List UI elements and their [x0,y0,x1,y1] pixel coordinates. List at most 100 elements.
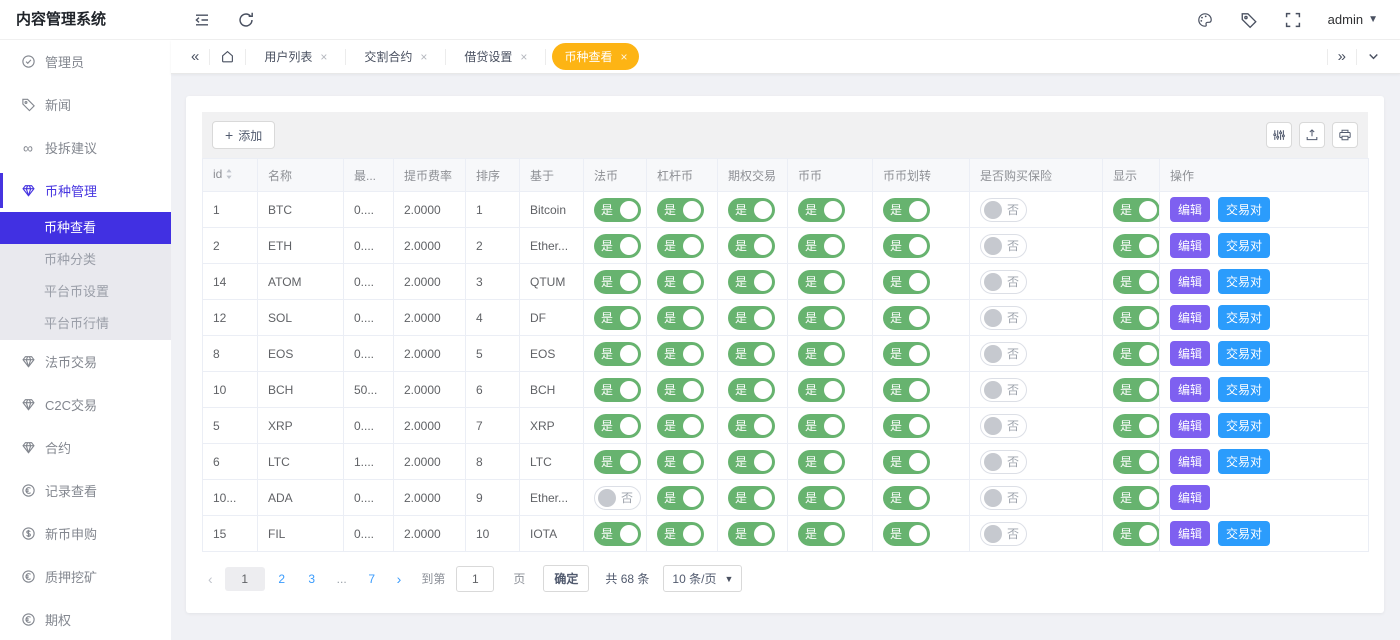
fiat-toggle[interactable]: 是 [594,450,641,474]
sidebar-item-fiat-trade[interactable]: 法币交易 [0,340,171,383]
show-toggle[interactable]: 是 [1113,414,1160,438]
confirm-button[interactable]: 确定 [543,565,589,592]
show-toggle[interactable]: 是 [1113,450,1160,474]
coin-toggle[interactable]: 是 [798,342,845,366]
sidebar-item-feedback[interactable]: ∞投拆建议 [0,126,171,169]
lever-toggle[interactable]: 是 [657,342,704,366]
lever-toggle[interactable]: 是 [657,486,704,510]
fiat-toggle[interactable]: 是 [594,378,641,402]
pair-button[interactable]: 交易对 [1218,233,1270,258]
insurance-toggle[interactable]: 否 [980,486,1027,510]
lever-toggle[interactable]: 是 [657,270,704,294]
option-toggle[interactable]: 是 [728,414,775,438]
lever-toggle[interactable]: 是 [657,378,704,402]
next-page-button[interactable]: › [391,571,408,587]
fullscreen-icon[interactable] [1284,11,1302,29]
sidebar-item-coin-manage[interactable]: 币种管理 [0,169,171,212]
fiat-toggle[interactable]: 是 [594,342,641,366]
pair-button[interactable]: 交易对 [1218,197,1270,222]
page-number-7[interactable]: 7 [359,567,385,591]
insurance-toggle[interactable]: 否 [980,414,1027,438]
show-toggle[interactable]: 是 [1113,198,1160,222]
fiat-toggle[interactable]: 是 [594,270,641,294]
fiat-toggle[interactable]: 是 [594,198,641,222]
edit-button[interactable]: 编辑 [1170,521,1210,546]
sidebar-item-contract[interactable]: 合约 [0,426,171,469]
edit-button[interactable]: 编辑 [1170,449,1210,474]
option-toggle[interactable]: 是 [728,234,775,258]
insurance-toggle[interactable]: 否 [980,378,1027,402]
insurance-toggle[interactable]: 否 [980,306,1027,330]
edit-button[interactable]: 编辑 [1170,377,1210,402]
transfer-toggle[interactable]: 是 [883,306,930,330]
coin-toggle[interactable]: 是 [798,414,845,438]
page-number-1[interactable]: 1 [225,567,265,591]
edit-button[interactable]: 编辑 [1170,197,1210,222]
tab-delivery-contract[interactable]: 交割合约× [352,43,439,70]
edit-button[interactable]: 编辑 [1170,413,1210,438]
pair-button[interactable]: 交易对 [1218,377,1270,402]
sidebar-subitem-platform-coin-market[interactable]: 平台币行情 [0,308,171,340]
edit-button[interactable]: 编辑 [1170,341,1210,366]
option-toggle[interactable]: 是 [728,198,775,222]
add-button[interactable]: + 添加 [212,121,275,149]
tab-user-list[interactable]: 用户列表× [252,43,339,70]
palette-icon[interactable] [1196,11,1214,29]
coin-toggle[interactable]: 是 [798,522,845,546]
show-toggle[interactable]: 是 [1113,270,1160,294]
prev-page-button[interactable]: ‹ [202,571,219,587]
export-icon[interactable] [1299,122,1325,148]
sidebar-subitem-coin-view[interactable]: 币种查看 [0,212,171,244]
show-toggle[interactable]: 是 [1113,486,1160,510]
pair-button[interactable]: 交易对 [1218,305,1270,330]
tab-loan-settings[interactable]: 借贷设置× [452,43,539,70]
fiat-toggle[interactable]: 是 [594,414,641,438]
sidebar-item-new-coin-subscribe[interactable]: 新币申购 [0,512,171,555]
coin-toggle[interactable]: 是 [798,378,845,402]
insurance-toggle[interactable]: 否 [980,450,1027,474]
page-number-3[interactable]: 3 [299,567,325,591]
edit-button[interactable]: 编辑 [1170,233,1210,258]
insurance-toggle[interactable]: 否 [980,234,1027,258]
sidebar-subitem-platform-coin-settings[interactable]: 平台币设置 [0,276,171,308]
goto-page-input[interactable] [456,566,494,592]
transfer-toggle[interactable]: 是 [883,378,930,402]
columns-icon[interactable] [1266,122,1292,148]
user-menu[interactable]: admin ▼ [1328,12,1378,27]
show-toggle[interactable]: 是 [1113,234,1160,258]
insurance-toggle[interactable]: 否 [980,342,1027,366]
sidebar-item-options[interactable]: 期权 [0,598,171,640]
print-icon[interactable] [1332,122,1358,148]
lever-toggle[interactable]: 是 [657,450,704,474]
lever-toggle[interactable]: 是 [657,234,704,258]
transfer-toggle[interactable]: 是 [883,342,930,366]
transfer-toggle[interactable]: 是 [883,234,930,258]
option-toggle[interactable]: 是 [728,306,775,330]
coin-toggle[interactable]: 是 [798,234,845,258]
collapse-menu-icon[interactable] [193,11,211,29]
option-toggle[interactable]: 是 [728,270,775,294]
sidebar-item-records[interactable]: 记录查看 [0,469,171,512]
sidebar-subitem-coin-category[interactable]: 币种分类 [0,244,171,276]
transfer-toggle[interactable]: 是 [883,486,930,510]
pair-button[interactable]: 交易对 [1218,449,1270,474]
close-icon[interactable]: × [320,50,327,64]
insurance-toggle[interactable]: 否 [980,270,1027,294]
tabs-scroll-left-button[interactable]: « [181,40,209,73]
edit-button[interactable]: 编辑 [1170,269,1210,294]
lever-toggle[interactable]: 是 [657,198,704,222]
edit-button[interactable]: 编辑 [1170,485,1210,510]
close-icon[interactable]: × [420,50,427,64]
fiat-toggle[interactable]: 是 [594,522,641,546]
pair-button[interactable]: 交易对 [1218,269,1270,294]
tabs-menu-chevron-icon[interactable] [1357,40,1390,73]
tag-icon[interactable] [1240,11,1258,29]
coin-toggle[interactable]: 是 [798,270,845,294]
home-icon[interactable] [210,40,245,73]
lever-toggle[interactable]: 是 [657,414,704,438]
lever-toggle[interactable]: 是 [657,306,704,330]
sidebar-item-news[interactable]: 新闻 [0,83,171,126]
transfer-toggle[interactable]: 是 [883,414,930,438]
fiat-toggle[interactable]: 否 [594,486,641,510]
close-icon[interactable]: × [620,50,627,64]
